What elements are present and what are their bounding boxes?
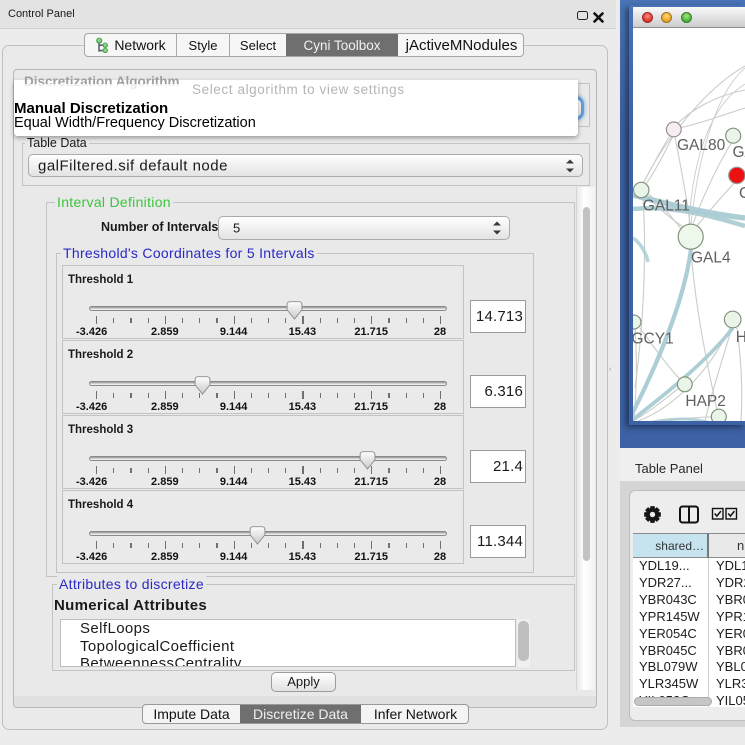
svg-text:GAL11: GAL11 [643,198,690,215]
svg-text:C: C [739,185,745,202]
svg-text:H: H [736,329,745,346]
svg-text:GAL4: GAL4 [691,250,731,267]
svg-text:GCY1: GCY1 [633,331,674,348]
svg-text:HAP2: HAP2 [685,393,726,410]
svg-text:GAL: GAL [733,144,745,161]
svg-text:GAL80: GAL80 [677,137,726,154]
